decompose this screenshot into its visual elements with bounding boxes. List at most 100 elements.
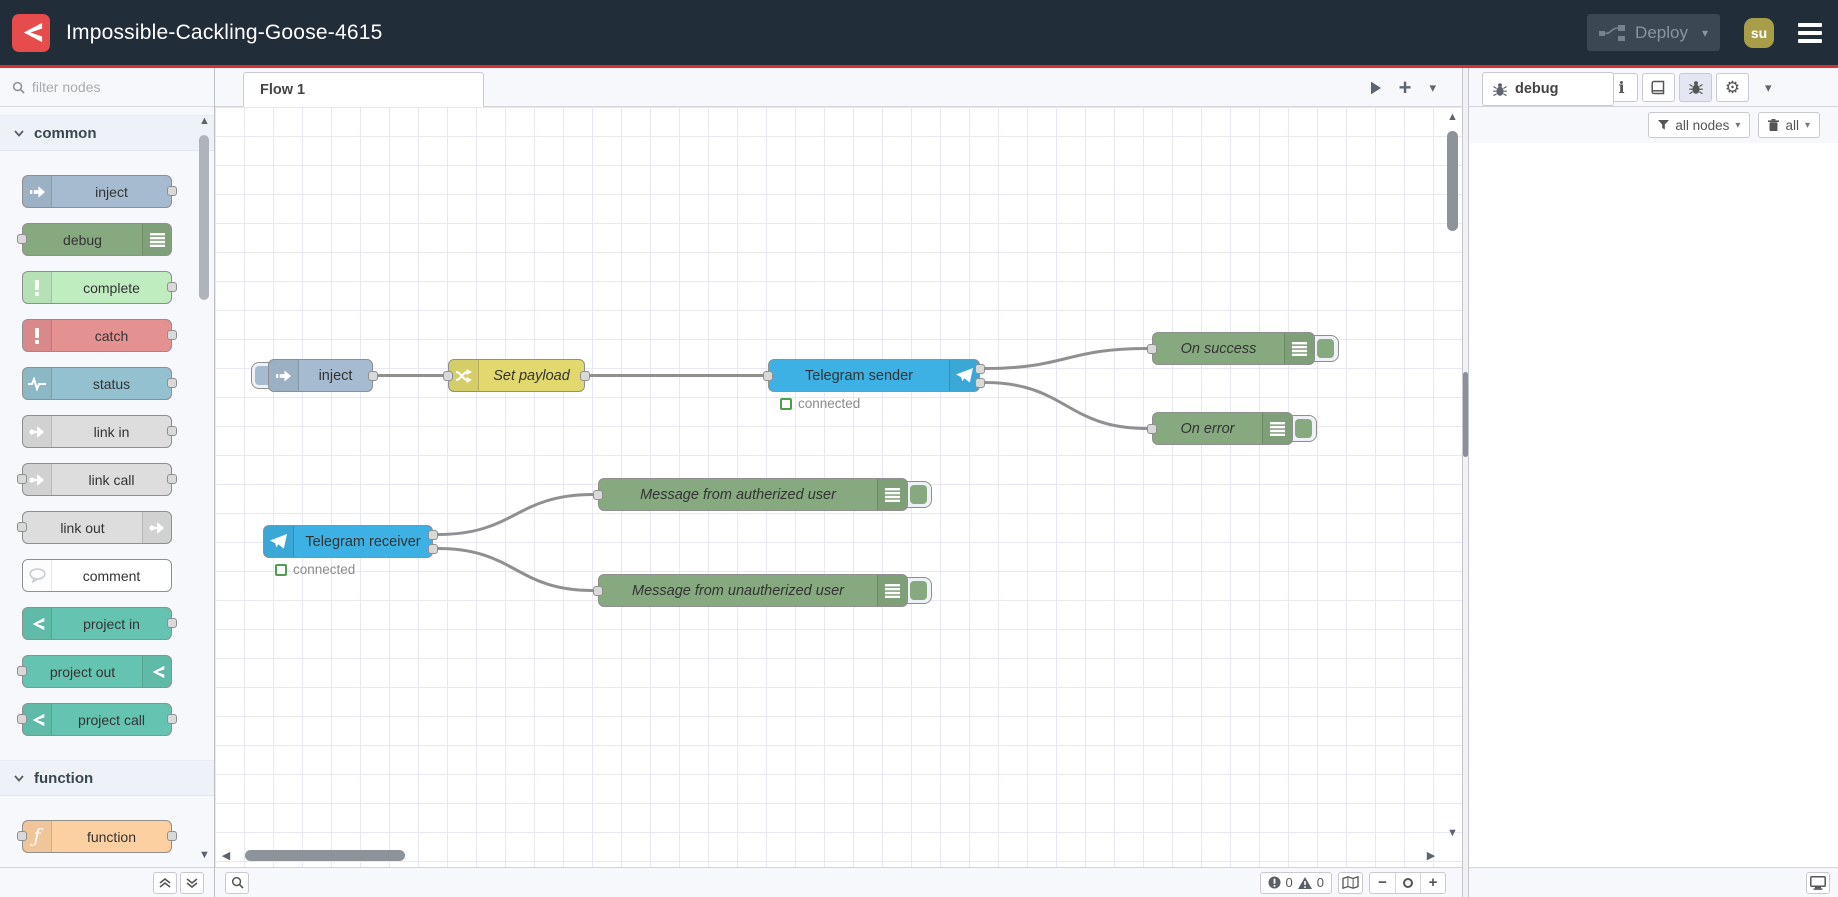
node-input-port[interactable] <box>593 585 603 596</box>
zoom-out-button[interactable]: − <box>1370 873 1395 893</box>
node-output-port[interactable] <box>975 363 985 374</box>
scroll-right-icon[interactable]: ▶ <box>1424 848 1438 864</box>
sidebar-resize-handle[interactable] <box>1462 68 1469 897</box>
node-input-port[interactable] <box>17 522 27 532</box>
palette-node-catch[interactable]: catch <box>22 319 177 352</box>
palette-node-project-call[interactable]: project call <box>17 703 177 736</box>
palette-scrollbar[interactable]: ▲ ▼ <box>197 113 212 863</box>
node-output-port[interactable] <box>167 831 177 841</box>
canvas-search-button[interactable] <box>225 871 249 894</box>
tab-debug[interactable]: debug <box>1482 72 1614 106</box>
minimap-toggle-button[interactable] <box>1338 871 1363 894</box>
filter-icon <box>1658 120 1670 130</box>
wire-telegram-sender-to-on-success[interactable] <box>984 347 1148 370</box>
node-input-port[interactable] <box>1147 343 1157 354</box>
palette-node-link-in[interactable]: link in <box>22 415 177 448</box>
sidebar-help-button[interactable] <box>1642 73 1675 102</box>
palette-node-function[interactable]: ƒ function <box>17 820 177 853</box>
node-input-port[interactable] <box>17 714 27 724</box>
flow-canvas[interactable]: ◀ ▶ ▲ ▼ inject Set payload Telegram sender… <box>215 107 1462 867</box>
node-output-port[interactable] <box>975 377 985 388</box>
canvas-v-scrollbar[interactable]: ▲ ▼ <box>1444 109 1461 841</box>
canvas-v-scrollbar-thumb[interactable] <box>1447 131 1458 231</box>
deploy-button[interactable]: Deploy ▾ <box>1587 14 1720 51</box>
canvas-h-scrollbar-thumb[interactable] <box>245 850 405 861</box>
node-output-port[interactable] <box>167 330 177 340</box>
flow-list-caret-icon[interactable]: ▾ <box>1429 80 1436 96</box>
flow-node-on-error[interactable]: On error <box>1147 412 1293 445</box>
palette-node-project-in[interactable]: project in <box>22 607 177 640</box>
node-output-port[interactable] <box>167 282 177 292</box>
notification-counts[interactable]: 0 0 <box>1259 871 1332 894</box>
main-menu-button[interactable] <box>1798 22 1822 43</box>
user-avatar[interactable]: su <box>1744 17 1774 48</box>
project-icon <box>142 656 171 687</box>
flow-node-inject[interactable]: inject <box>268 359 378 392</box>
node-input-port[interactable] <box>763 370 773 381</box>
sidebar-config-button[interactable]: ⚙ <box>1716 73 1749 102</box>
flow-node-telegram-receiver[interactable]: Telegram receiver <box>263 525 438 558</box>
wire-telegram-receiver-to-msg-unauthorized[interactable] <box>437 547 594 592</box>
node-input-port[interactable] <box>443 370 453 381</box>
wire-telegram-sender-to-on-error[interactable] <box>984 381 1148 430</box>
palette-expand-all-button[interactable] <box>180 871 204 894</box>
palette-node-debug[interactable]: debug <box>17 223 172 256</box>
palette-node-comment[interactable]: comment <box>22 559 172 592</box>
node-input-port[interactable] <box>17 234 27 244</box>
node-input-port[interactable] <box>593 489 603 500</box>
flow-node-on-success[interactable]: On success <box>1147 332 1315 365</box>
node-input-port[interactable] <box>17 474 27 484</box>
palette-node-status[interactable]: status <box>22 367 177 400</box>
node-input-port[interactable] <box>17 831 27 841</box>
scroll-up-icon[interactable]: ▲ <box>1444 109 1461 125</box>
tab-flow-1[interactable]: Flow 1 <box>243 72 484 107</box>
palette-node-link-out[interactable]: link out <box>17 511 172 544</box>
list-icon <box>1262 413 1292 444</box>
debug-clear-button[interactable]: all ▾ <box>1758 112 1820 138</box>
palette-category-common[interactable]: common <box>0 115 214 151</box>
palette-scrollbar-thumb[interactable] <box>199 135 209 300</box>
exclaim-icon <box>23 272 52 303</box>
palette-category-function[interactable]: function <box>0 760 214 796</box>
scroll-up-icon[interactable]: ▲ <box>197 113 212 129</box>
scroll-left-icon[interactable]: ◀ <box>219 848 233 864</box>
scroll-down-icon[interactable]: ▼ <box>1444 825 1461 841</box>
open-in-window-button[interactable] <box>1806 871 1830 894</box>
node-output-port[interactable] <box>580 370 590 381</box>
zoom-reset-button[interactable] <box>1395 872 1420 893</box>
flow-node-msg-authorized[interactable]: Message from autherized user <box>593 478 908 511</box>
wire-telegram-receiver-to-msg-authorized[interactable] <box>437 493 594 536</box>
node-output-port[interactable] <box>167 474 177 484</box>
node-output-port[interactable] <box>428 543 438 554</box>
scroll-down-icon[interactable]: ▼ <box>197 847 212 863</box>
sidebar-debug-button[interactable] <box>1679 73 1712 102</box>
add-flow-button[interactable]: + <box>1399 76 1412 99</box>
node-input-port[interactable] <box>17 666 27 676</box>
deploy-options-caret-icon[interactable]: ▾ <box>1702 26 1708 40</box>
palette-node-inject[interactable]: inject <box>22 175 177 208</box>
canvas-h-scrollbar[interactable]: ◀ ▶ <box>219 847 1438 865</box>
palette-filter-input[interactable] <box>32 79 182 95</box>
node-output-port[interactable] <box>428 529 438 540</box>
debug-filter-button[interactable]: all nodes ▾ <box>1648 112 1751 138</box>
node-output-port[interactable] <box>167 426 177 436</box>
zoom-in-button[interactable]: + <box>1420 872 1445 893</box>
resize-grip[interactable] <box>1463 372 1468 457</box>
node-output-port[interactable] <box>167 186 177 196</box>
node-output-port[interactable] <box>167 378 177 388</box>
palette-node-link-call[interactable]: link call <box>17 463 177 496</box>
node-output-port[interactable] <box>167 618 177 628</box>
tab-scroll-right-button[interactable] <box>1370 81 1381 95</box>
flow-node-set-payload[interactable]: Set payload <box>443 359 590 392</box>
node-input-port[interactable] <box>1147 423 1157 434</box>
node-output-port[interactable] <box>167 714 177 724</box>
node-output-port[interactable] <box>368 370 378 381</box>
palette-node-complete[interactable]: complete <box>22 271 177 304</box>
sidebar-menu-caret-icon[interactable]: ▾ <box>1765 80 1772 96</box>
app-logo-icon[interactable] <box>12 13 50 52</box>
flow-node-msg-unauthorized[interactable]: Message from unautherized user <box>593 574 908 607</box>
flow-node-telegram-sender[interactable]: Telegram sender <box>763 359 985 392</box>
palette-node-project-out[interactable]: project out <box>17 655 172 688</box>
link-icon <box>23 416 52 447</box>
palette-collapse-all-button[interactable] <box>153 871 177 894</box>
